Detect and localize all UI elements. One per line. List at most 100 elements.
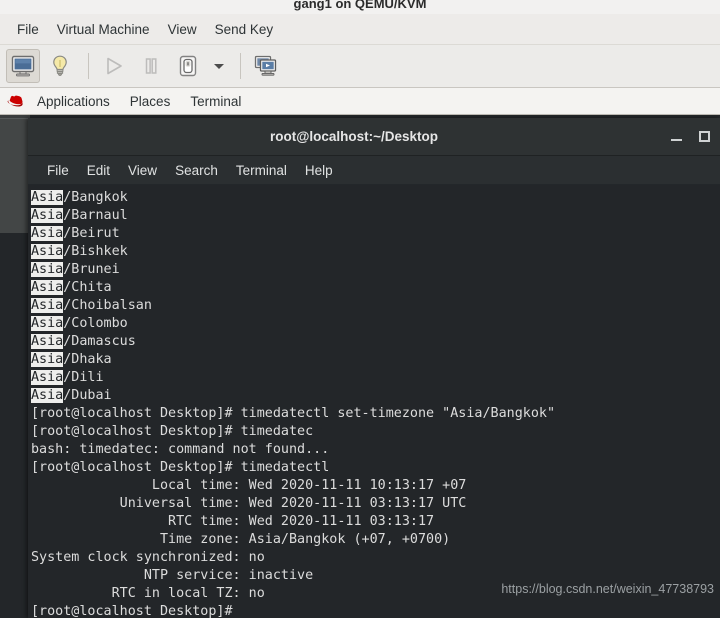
show-details-button[interactable] (43, 49, 77, 83)
terminal-line: Universal time: Wed 2020-11-11 03:13:17 … (31, 495, 720, 513)
maximize-icon (698, 131, 710, 142)
vm-menu-view[interactable]: View (159, 20, 206, 39)
terminal-text: /Dili (63, 370, 104, 385)
terminal-text: Universal time: Wed 2020-11-11 03:13:17 … (31, 496, 467, 511)
terminal-text: bash: timedatec: command not found... (31, 442, 330, 457)
minimize-icon (670, 139, 682, 141)
terminal-line: bash: timedatec: command not found... (31, 441, 720, 459)
terminal-line: Time zone: Asia/Bangkok (+07, +0700) (31, 531, 720, 549)
terminal-titlebar[interactable]: root@localhost:~/Desktop (28, 118, 720, 156)
power-shutdown-icon (179, 55, 197, 77)
shutdown-vm-button[interactable] (171, 49, 205, 83)
terminal-text: [root@localhost Desktop]# timedatectl se… (31, 406, 556, 421)
terminal-line: Asia/Dubai (31, 387, 720, 405)
terminal-menubar: File Edit View Search Terminal Help (28, 156, 720, 185)
terminal-text: /Dhaka (63, 352, 112, 367)
vm-menu-virtual-machine[interactable]: Virtual Machine (48, 20, 159, 39)
pause-icon (145, 58, 157, 74)
terminal-line: Asia/Brunei (31, 261, 720, 279)
terminal-text: /Bishkek (63, 244, 128, 259)
terminal-text: /Chita (63, 280, 112, 295)
vm-menu-file[interactable]: File (8, 20, 48, 39)
run-vm-button[interactable] (97, 49, 131, 83)
terminal-minimize-button[interactable] (662, 118, 690, 155)
terminal-line: Asia/Chita (31, 279, 720, 297)
terminal-highlighted-match: Asia (31, 334, 64, 349)
terminal-highlighted-match: Asia (31, 244, 64, 259)
monitor-console-icon (11, 55, 35, 77)
terminal-text: [root@localhost Desktop]# (31, 604, 241, 618)
terminal-text: /Bangkok (63, 190, 128, 205)
terminal-text: [root@localhost Desktop]# timedatec (31, 424, 314, 439)
terminal-line: [root@localhost Desktop]# (31, 603, 720, 618)
red-hat-logo-icon (7, 95, 23, 107)
terminal-menu-search[interactable]: Search (166, 161, 227, 180)
multi-screen-icon (254, 55, 277, 76)
terminal-highlighted-match: Asia (31, 226, 64, 241)
red-hat-logo[interactable] (6, 92, 26, 110)
terminal-line: [root@localhost Desktop]# timedatec (31, 423, 720, 441)
gnome-top-panel: Applications Places Terminal (0, 88, 720, 115)
toggle-fullscreen-button[interactable] (249, 49, 283, 83)
vm-window-title: gang1 on QEMU/KVM (293, 0, 427, 11)
terminal-line: Asia/Choibalsan (31, 297, 720, 315)
terminal-line: Local time: Wed 2020-11-11 10:13:17 +07 (31, 477, 720, 495)
pause-vm-button[interactable] (134, 49, 168, 83)
terminal-text: /Damascus (63, 334, 136, 349)
terminal-menu-file[interactable]: File (38, 161, 78, 180)
terminal-line: RTC time: Wed 2020-11-11 03:13:17 (31, 513, 720, 531)
terminal-line: Asia/Dhaka (31, 351, 720, 369)
vm-window-titlebar: gang1 on QEMU/KVM (0, 0, 720, 14)
vm-toolbar (0, 45, 720, 88)
terminal-line: Asia/Damascus (31, 333, 720, 351)
terminal-text: /Barnaul (63, 208, 128, 223)
terminal-text: /Choibalsan (63, 298, 152, 313)
chevron-down-icon (214, 64, 224, 69)
terminal-text: System clock synchronized: no (31, 550, 265, 565)
show-console-button[interactable] (6, 49, 40, 83)
terminal-maximize-button[interactable] (690, 118, 718, 155)
terminal-line: [root@localhost Desktop]# timedatectl (31, 459, 720, 477)
virt-manager-console-window: gang1 on QEMU/KVM File Virtual Machine Vie… (0, 0, 720, 618)
terminal-menu-help[interactable]: Help (296, 161, 342, 180)
lightbulb-details-icon (53, 55, 67, 76)
terminal-text: Time zone: Asia/Bangkok (+07, +0700) (31, 532, 451, 547)
terminal-line: [root@localhost Desktop]# timedatectl se… (31, 405, 720, 423)
terminal-line: Asia/Barnaul (31, 207, 720, 225)
terminal-highlighted-match: Asia (31, 298, 64, 313)
terminal-text: [root@localhost Desktop]# timedatectl (31, 460, 330, 475)
terminal-window-buttons (662, 118, 718, 155)
terminal-highlighted-match: Asia (31, 190, 64, 205)
toolbar-separator-1 (88, 53, 89, 79)
play-icon (107, 57, 122, 75)
terminal-highlighted-match: Asia (31, 388, 64, 403)
terminal-line: System clock synchronized: no (31, 549, 720, 567)
terminal-line: Asia/Colombo (31, 315, 720, 333)
terminal-text: RTC time: Wed 2020-11-11 03:13:17 (31, 514, 435, 529)
terminal-highlighted-match: Asia (31, 280, 64, 295)
terminal-highlighted-match: Asia (31, 352, 64, 367)
terminal-menu-edit[interactable]: Edit (78, 161, 119, 180)
terminal-highlighted-match: Asia (31, 316, 64, 331)
terminal-text: /Brunei (63, 262, 120, 277)
terminal-text: /Beirut (63, 226, 120, 241)
panel-places-menu[interactable]: Places (120, 92, 181, 111)
terminal-text: Local time: Wed 2020-11-11 10:13:17 +07 (31, 478, 467, 493)
terminal-line: Asia/Beirut (31, 225, 720, 243)
terminal-output-area[interactable]: Asia/Bangkok Asia/Barnaul Asia/Beirut Asia/… (28, 185, 720, 618)
terminal-text: RTC in local TZ: no (31, 586, 265, 601)
terminal-line: Asia/Bishkek (31, 243, 720, 261)
terminal-highlighted-match: Asia (31, 262, 64, 277)
terminal-text: /Dubai (63, 388, 112, 403)
terminal-text: /Colombo (63, 316, 128, 331)
terminal-highlighted-match: Asia (31, 208, 64, 223)
terminal-menu-view[interactable]: View (119, 161, 166, 180)
vm-menubar: File Virtual Machine View Send Key (0, 14, 720, 45)
panel-applications-menu[interactable]: Applications (27, 92, 120, 111)
terminal-window: root@localhost:~/Desktop File Edit View Sea… (28, 118, 720, 618)
panel-terminal-window-item[interactable]: Terminal (180, 92, 251, 111)
terminal-menu-terminal[interactable]: Terminal (227, 161, 296, 180)
vm-menu-send-key[interactable]: Send Key (206, 20, 283, 39)
shutdown-options-dropdown[interactable] (208, 49, 230, 83)
terminal-window-title: root@localhost:~/Desktop (269, 129, 439, 144)
